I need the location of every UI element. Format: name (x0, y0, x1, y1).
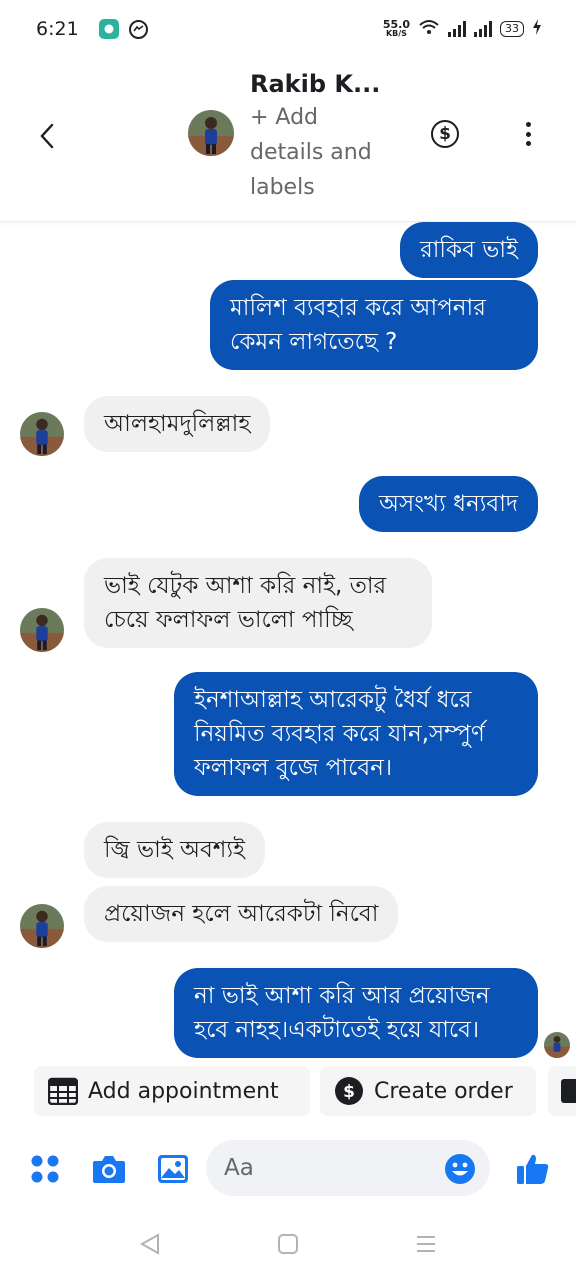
message-bubble-incoming[interactable]: প্রয়োজন হলে আরেকটা নিবো (84, 886, 399, 942)
message-thread[interactable]: রাকিব ভাই মালিশ ব্যবহার করে আপনার কেমন ল… (0, 222, 576, 1058)
signal-icon-2 (474, 21, 492, 37)
more-actions-chip[interactable] (548, 1066, 576, 1116)
message-composer (0, 1130, 576, 1206)
charging-icon (532, 19, 542, 39)
sender-avatar[interactable] (20, 412, 64, 456)
like-button[interactable] (516, 1152, 550, 1186)
nav-back-button[interactable] (138, 1232, 162, 1256)
signal-icon-1 (448, 21, 466, 37)
system-navigation-bar (0, 1206, 576, 1280)
network-speed: 55.0 KB/S (382, 18, 410, 38)
battery-indicator: 33 (500, 21, 524, 37)
payment-button[interactable]: $ (431, 120, 459, 148)
calendar-icon (48, 1076, 78, 1106)
create-order-label: Create order (374, 1078, 513, 1104)
contact-avatar[interactable] (188, 110, 234, 156)
gallery-button[interactable] (156, 1152, 190, 1186)
network-speed-unit: KB/S (385, 29, 407, 38)
add-appointment-label: Add appointment (88, 1078, 279, 1104)
contact-name[interactable]: Rakib K... (250, 70, 380, 98)
message-bubble-outgoing[interactable]: রাকিব ভাই (400, 222, 538, 278)
message-bubble-outgoing[interactable]: মালিশ ব্যবহার করে আপনার কেমন লাগতেছে ? (210, 280, 538, 370)
status-indicators: 55.0 KB/S 33 (383, 19, 542, 39)
message-bubble-outgoing[interactable]: না ভাই আশা করি আর প্রয়োজন হবে নাহহ।একটা… (174, 968, 538, 1058)
nav-menu-icon (417, 1236, 435, 1252)
status-time: 6:21 (36, 18, 79, 40)
back-icon (40, 123, 54, 149)
like-icon (517, 1154, 549, 1184)
network-speed-value: 55.0 (382, 18, 410, 31)
sender-avatar[interactable] (20, 904, 64, 948)
more-icon (525, 122, 531, 127)
nav-back-icon (139, 1233, 159, 1255)
nav-menu-button[interactable] (414, 1232, 438, 1256)
apps-button[interactable] (28, 1152, 62, 1186)
message-bubble-incoming[interactable]: ভাই যেটুক আশা করি নাই, তার চেয়ে ফলাফল ভ… (84, 558, 432, 648)
emoji-icon (445, 1154, 475, 1184)
message-bubble-incoming[interactable]: জ্বি ভাই অবশ্যই (84, 822, 266, 878)
message-bubble-incoming[interactable]: আলহামদুলিল্লাহ (84, 396, 271, 452)
nav-home-button[interactable] (276, 1232, 300, 1256)
chat-header: Rakib K... + Add details and labels $ (0, 58, 576, 222)
add-appointment-button[interactable]: Add appointment (34, 1066, 310, 1116)
message-bubble-outgoing[interactable]: অসংখ্য ধন্যবাদ (359, 476, 538, 532)
camera-icon (93, 1156, 125, 1183)
message-bubble-outgoing[interactable]: ইনশাআল্লাহ আরেকটু ধৈর্য ধরে নিয়মিত ব্যব… (174, 672, 538, 796)
seen-receipt-avatar (544, 1032, 570, 1058)
chat-app-icon (98, 19, 119, 39)
svg-text:$: $ (343, 1082, 355, 1102)
apps-icon (31, 1155, 59, 1183)
messenger-notification-icon (128, 19, 148, 39)
add-details-link[interactable]: + Add details and labels (250, 100, 390, 205)
gallery-icon (158, 1155, 188, 1183)
status-bar: 6:21 55.0 KB/S 33 (0, 0, 576, 58)
dollar-icon: $ (439, 124, 451, 144)
more-options-button[interactable] (518, 118, 538, 150)
back-button[interactable] (30, 116, 64, 156)
dollar-circle-icon: $ (334, 1076, 364, 1106)
camera-button[interactable] (92, 1152, 126, 1186)
sender-avatar[interactable] (20, 608, 64, 652)
emoji-button[interactable] (444, 1153, 476, 1185)
create-order-button[interactable]: $ Create order (320, 1066, 536, 1116)
quick-actions-bar: Add appointment $ Create order (0, 1062, 576, 1120)
list-icon (561, 1079, 576, 1103)
messenger-chat-screen: 6:21 55.0 KB/S 33 Rakib K... + Add detai… (0, 0, 576, 1280)
nav-home-icon (278, 1234, 298, 1254)
wifi-icon (418, 19, 440, 39)
